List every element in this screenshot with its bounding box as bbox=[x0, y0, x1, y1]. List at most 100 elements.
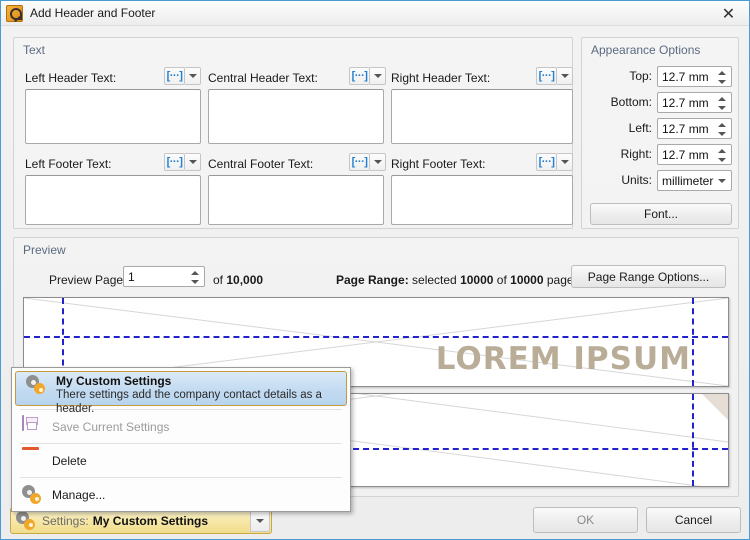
appearance-row-left: Left: 12.7 mm bbox=[590, 118, 732, 139]
chevron-down-icon bbox=[256, 519, 264, 523]
close-icon[interactable]: ✕ bbox=[706, 1, 750, 26]
page-range-prefix: Page Range: bbox=[336, 273, 409, 287]
preview-group-label: Preview bbox=[23, 243, 66, 257]
units-value: millimeter bbox=[662, 174, 713, 188]
preview-page-label: Preview Page bbox=[49, 273, 123, 287]
left-margin-value: 12.7 mm bbox=[662, 122, 709, 136]
settings-context-menu: My Custom Settings There settings add th… bbox=[11, 367, 351, 512]
chevron-down-icon bbox=[189, 74, 197, 78]
macro-icon: [···] bbox=[539, 71, 555, 82]
macro-icon: [···] bbox=[167, 157, 183, 168]
right-header-text-label: Right Header Text: bbox=[391, 71, 490, 85]
bottom-margin-value: 12.7 mm bbox=[662, 96, 709, 110]
gears-icon bbox=[26, 374, 48, 396]
right-header-text-input[interactable] bbox=[391, 89, 573, 144]
right-footer-macro-button[interactable]: [···] bbox=[536, 153, 557, 171]
menu-item-manage[interactable]: Manage... bbox=[12, 478, 350, 511]
gears-icon bbox=[22, 484, 44, 506]
right-footer-text-input[interactable] bbox=[391, 175, 573, 225]
of-word: of bbox=[213, 273, 223, 287]
left-footer-macro-dropdown[interactable] bbox=[185, 153, 201, 171]
preview-page-input[interactable]: 1 bbox=[123, 266, 205, 287]
left-header-text-label: Left Header Text: bbox=[25, 71, 116, 85]
appearance-options-label: Appearance Options bbox=[591, 43, 700, 57]
of-word: of bbox=[497, 273, 507, 287]
top-margin-value: 12.7 mm bbox=[662, 70, 709, 84]
preview-page-value: 1 bbox=[128, 270, 135, 284]
left-header-macro-button[interactable]: [···] bbox=[164, 67, 185, 85]
chevron-down-icon bbox=[561, 74, 569, 78]
right-margin-label: Right: bbox=[590, 147, 652, 161]
right-margin-stepper[interactable] bbox=[718, 148, 727, 163]
add-header-footer-dialog: Add Header and Footer ✕ Text Left Header… bbox=[0, 0, 750, 540]
preview-page-stepper[interactable] bbox=[191, 270, 200, 285]
chevron-down-icon bbox=[374, 160, 382, 164]
margin-guide-right bbox=[692, 298, 694, 386]
settings-selected-value: My Custom Settings bbox=[93, 514, 208, 528]
units-select[interactable]: millimeter bbox=[657, 170, 732, 191]
ok-button[interactable]: OK bbox=[533, 507, 638, 533]
menu-item-my-custom-settings[interactable]: My Custom Settings There settings add th… bbox=[15, 371, 347, 406]
selected-word: selected bbox=[412, 273, 457, 287]
bottom-margin-label: Bottom: bbox=[590, 95, 652, 109]
chevron-down-icon bbox=[561, 160, 569, 164]
central-footer-macro-dropdown[interactable] bbox=[370, 153, 386, 171]
font-button[interactable]: Font... bbox=[590, 203, 732, 225]
page-curl-icon bbox=[702, 394, 728, 420]
chevron-down-icon bbox=[718, 179, 726, 183]
left-margin-input[interactable]: 12.7 mm bbox=[657, 118, 732, 139]
appearance-row-right: Right: 12.7 mm bbox=[590, 144, 732, 165]
right-header-macro-button[interactable]: [···] bbox=[536, 67, 557, 85]
left-margin-stepper[interactable] bbox=[718, 122, 727, 137]
total-pages-value: 10,000 bbox=[226, 273, 263, 287]
right-footer-text-label: Right Footer Text: bbox=[391, 157, 486, 171]
right-margin-input[interactable]: 12.7 mm bbox=[657, 144, 732, 165]
page-range-options-button[interactable]: Page Range Options... bbox=[571, 265, 726, 288]
right-footer-macro-dropdown[interactable] bbox=[557, 153, 573, 171]
central-footer-text-input[interactable] bbox=[208, 175, 384, 225]
margin-guide-top bbox=[24, 336, 728, 338]
macro-icon: [···] bbox=[167, 71, 183, 82]
central-header-text-input[interactable] bbox=[208, 89, 384, 144]
central-header-text-label: Central Header Text: bbox=[208, 71, 318, 85]
app-icon bbox=[6, 5, 23, 22]
menu-item-title: Manage... bbox=[52, 488, 105, 502]
margin-guide-right bbox=[692, 394, 694, 486]
window-title: Add Header and Footer bbox=[30, 6, 155, 20]
bottom-margin-input[interactable]: 12.7 mm bbox=[657, 92, 732, 113]
left-footer-macro-button[interactable]: [···] bbox=[164, 153, 185, 171]
settings-prefix-label: Settings: bbox=[42, 514, 89, 528]
right-margin-value: 12.7 mm bbox=[662, 148, 709, 162]
left-header-text-input[interactable] bbox=[25, 89, 201, 144]
macro-icon: [···] bbox=[352, 157, 368, 168]
menu-item-save-current-settings[interactable]: Save Current Settings bbox=[12, 410, 350, 443]
right-header-macro-dropdown[interactable] bbox=[557, 67, 573, 85]
units-label: Units: bbox=[590, 173, 652, 187]
central-footer-text-label: Central Footer Text: bbox=[208, 157, 313, 171]
chevron-down-icon bbox=[189, 160, 197, 164]
menu-item-delete[interactable]: Delete bbox=[12, 444, 350, 477]
menu-item-title: Save Current Settings bbox=[52, 420, 169, 434]
top-margin-stepper[interactable] bbox=[718, 70, 727, 85]
settings-dropdown-arrow[interactable] bbox=[250, 509, 270, 532]
top-margin-input[interactable]: 12.7 mm bbox=[657, 66, 732, 87]
page-range-status: Page Range: selected 10000 of 10000 page… bbox=[336, 273, 580, 287]
gears-icon bbox=[16, 511, 36, 531]
text-group-label: Text bbox=[23, 43, 45, 57]
left-header-macro-dropdown[interactable] bbox=[185, 67, 201, 85]
menu-item-title: My Custom Settings bbox=[56, 374, 346, 388]
menu-item-title: Delete bbox=[52, 454, 87, 468]
preview-watermark-text: LOREM IPSUM bbox=[436, 341, 691, 377]
trash-icon bbox=[22, 450, 44, 472]
title-bar: Add Header and Footer ✕ bbox=[1, 1, 750, 26]
left-footer-text-input[interactable] bbox=[25, 175, 201, 225]
appearance-row-bottom: Bottom: 12.7 mm bbox=[590, 92, 732, 113]
macro-icon: [···] bbox=[352, 71, 368, 82]
central-header-macro-dropdown[interactable] bbox=[370, 67, 386, 85]
cancel-button[interactable]: Cancel bbox=[646, 507, 741, 533]
central-footer-macro-button[interactable]: [···] bbox=[349, 153, 370, 171]
central-header-macro-button[interactable]: [···] bbox=[349, 67, 370, 85]
bottom-margin-stepper[interactable] bbox=[718, 96, 727, 111]
appearance-options-group-box: Appearance Options Top: 12.7 mm Bottom: … bbox=[581, 37, 739, 229]
chevron-down-icon bbox=[374, 74, 382, 78]
